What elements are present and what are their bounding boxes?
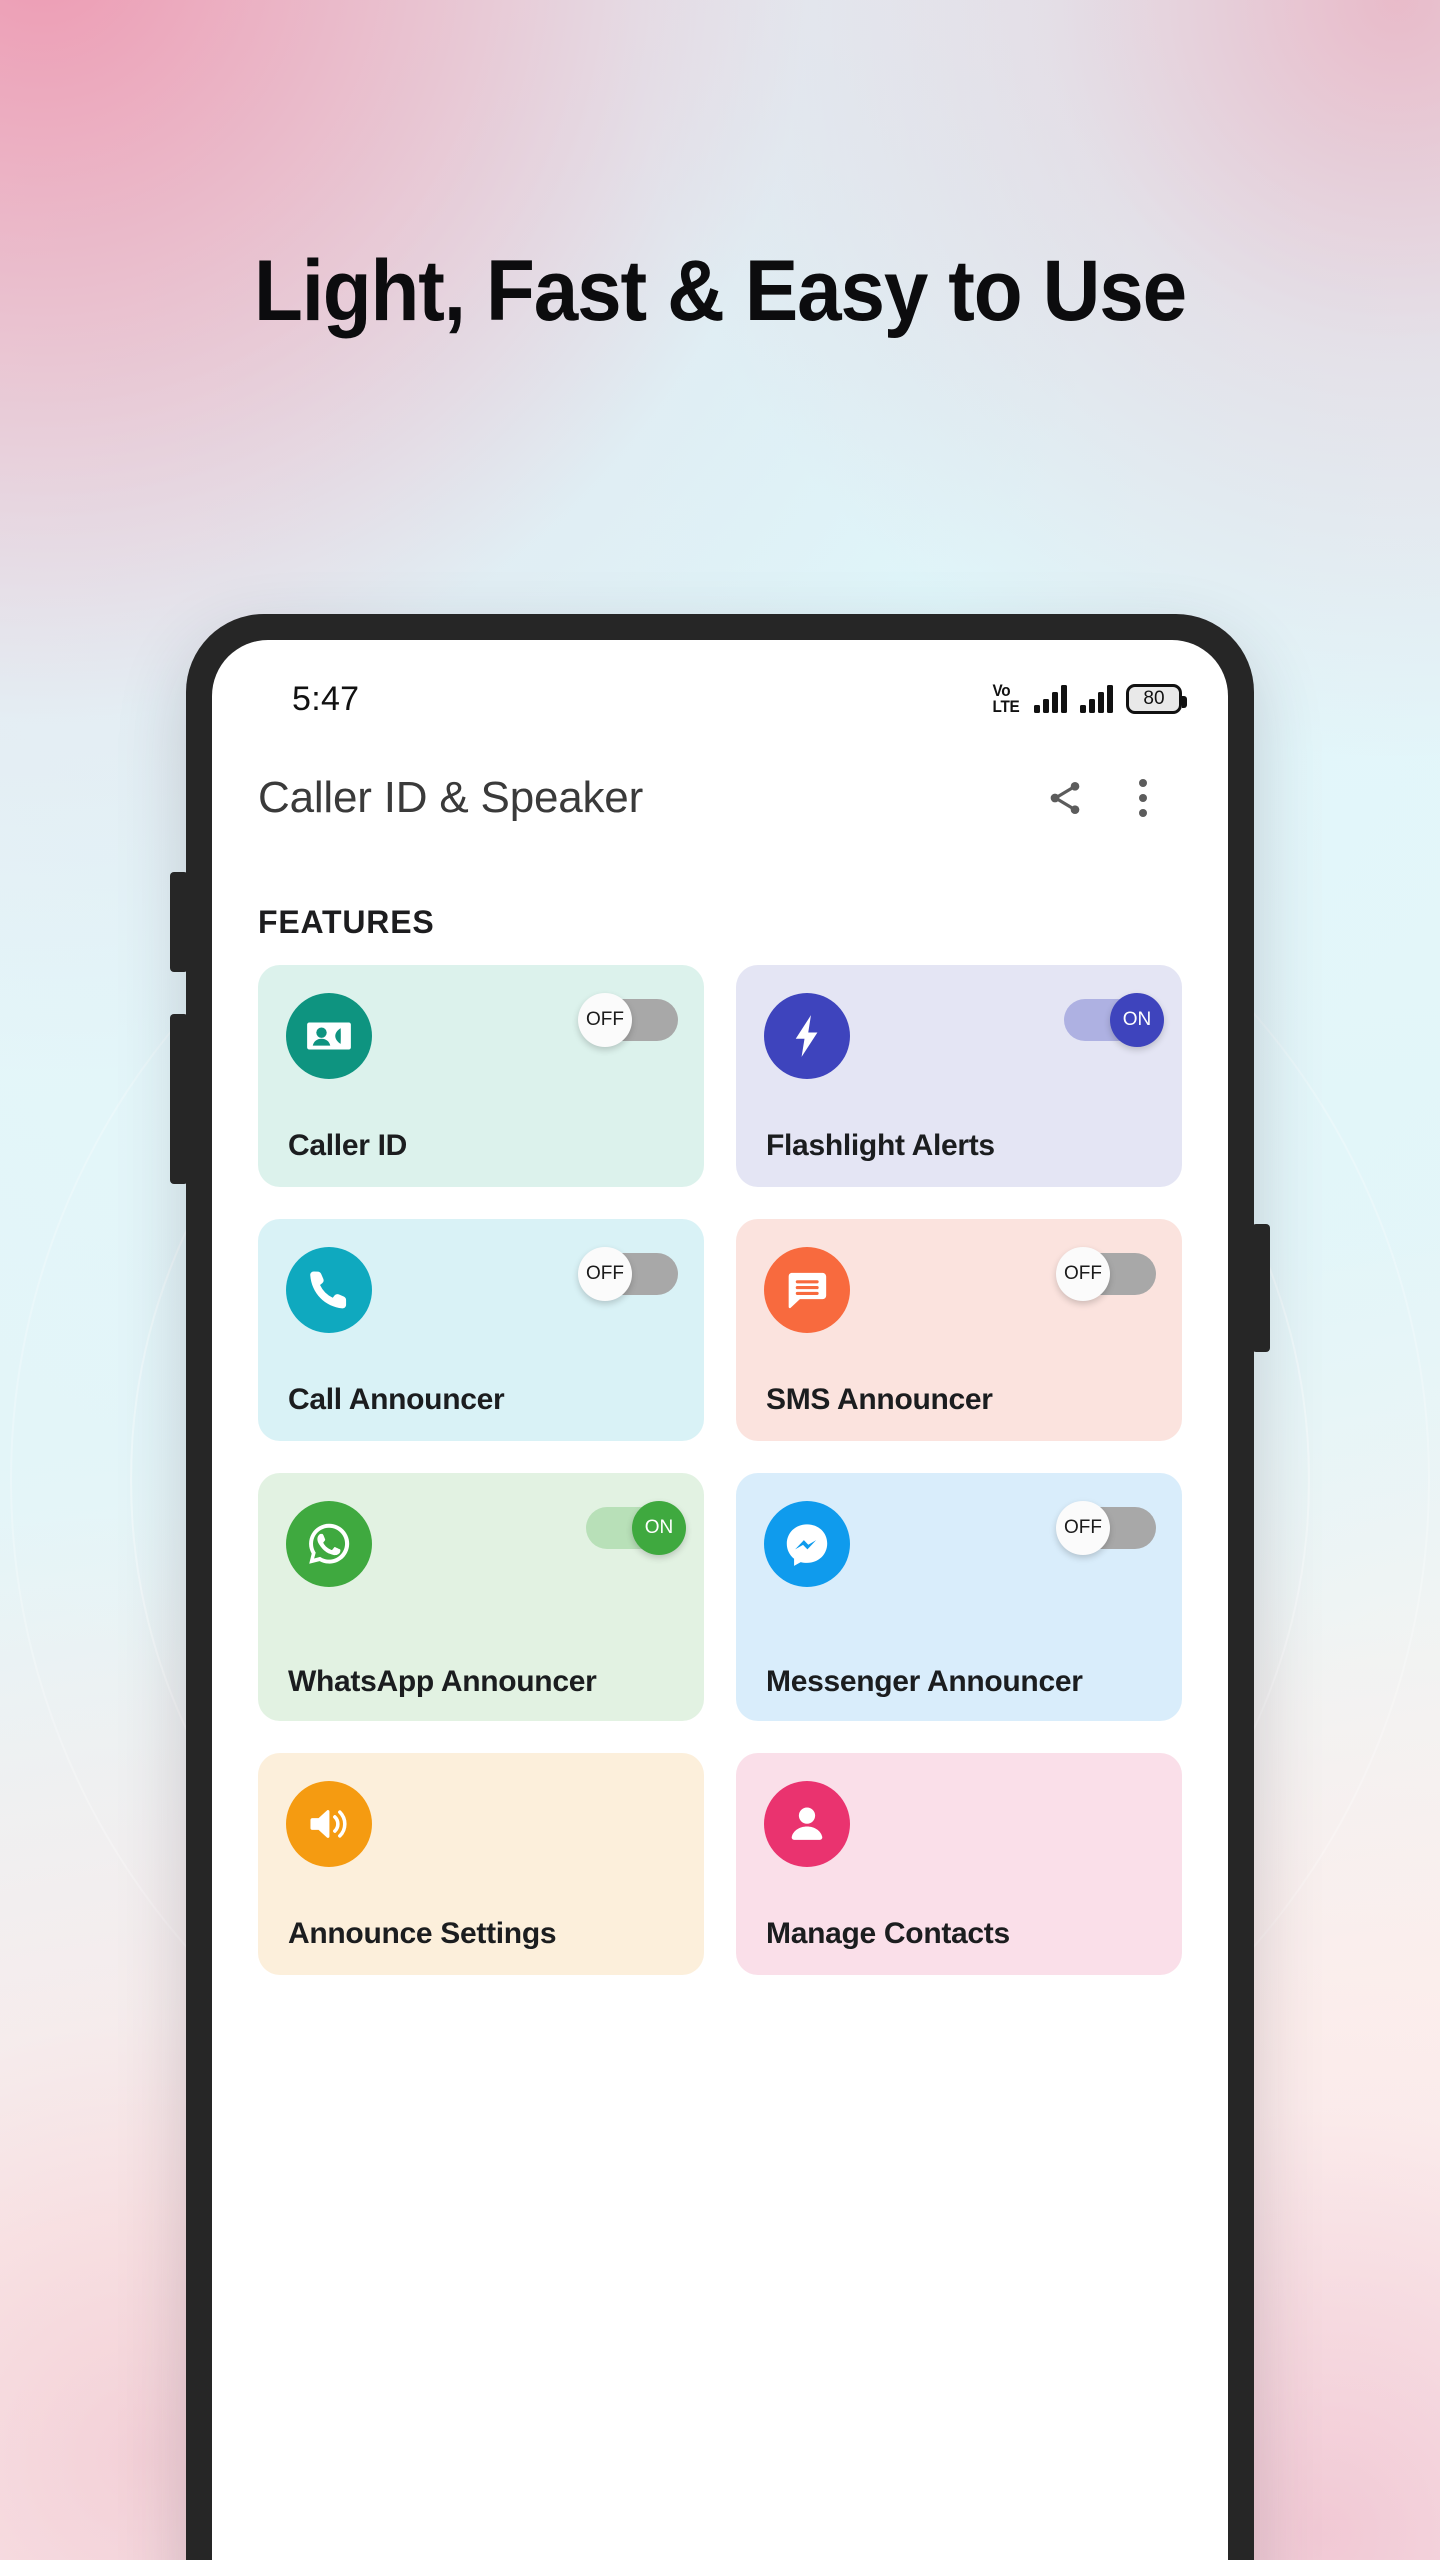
more-vertical-icon xyxy=(1139,779,1147,817)
feature-card-manage-contacts[interactable]: Manage Contacts xyxy=(736,1753,1182,1975)
toggle-thumb: OFF xyxy=(578,1247,632,1301)
messenger-icon xyxy=(764,1501,850,1587)
phone-screen: 5:47 Vo LTE 80 Caller ID & Speaker FEATU… xyxy=(212,640,1228,2560)
phone-mockup: 5:47 Vo LTE 80 Caller ID & Speaker FEATU… xyxy=(170,614,1270,2560)
feature-card-label: Messenger Announcer xyxy=(766,1665,1083,1699)
feature-card-label: Flashlight Alerts xyxy=(766,1129,995,1163)
battery-level-label: 80 xyxy=(1143,688,1165,709)
features-grid: OFF Caller ID ON Flashlight Alerts OFF Call A… xyxy=(212,941,1228,1975)
power-button[interactable] xyxy=(1252,1224,1270,1352)
message-icon xyxy=(764,1247,850,1333)
feature-card-label: Call Announcer xyxy=(288,1383,505,1417)
features-section-label: FEATURES xyxy=(258,904,435,940)
toggle-thumb: OFF xyxy=(578,993,632,1047)
feature-card-caller-id[interactable]: OFF Caller ID xyxy=(258,965,704,1187)
feature-card-sms-announcer[interactable]: OFF SMS Announcer xyxy=(736,1219,1182,1441)
volte-icon: Vo LTE xyxy=(992,683,1020,716)
volume-up-icon xyxy=(286,1781,372,1867)
share-button[interactable] xyxy=(1026,759,1104,837)
page-headline: Light, Fast & Easy to Use xyxy=(253,243,1187,339)
volte-bottom-label: LTE xyxy=(992,697,1020,716)
toggle-sms-announcer[interactable]: OFF xyxy=(1056,1247,1156,1301)
status-bar: 5:47 Vo LTE 80 xyxy=(212,640,1228,736)
app-title: Caller ID & Speaker xyxy=(258,773,644,822)
status-time: 5:47 xyxy=(292,679,360,718)
toggle-flashlight-alerts[interactable]: ON xyxy=(1064,993,1164,1047)
toggle-thumb: OFF xyxy=(1056,1501,1110,1555)
feature-card-flashlight-alerts[interactable]: ON Flashlight Alerts xyxy=(736,965,1182,1187)
signal-bars-sim1-icon xyxy=(1034,685,1067,713)
toggle-messenger-announcer[interactable]: OFF xyxy=(1056,1501,1156,1555)
feature-card-call-announcer[interactable]: OFF Call Announcer xyxy=(258,1219,704,1441)
toggle-thumb: ON xyxy=(1110,993,1164,1047)
toggle-thumb: OFF xyxy=(1056,1247,1110,1301)
feature-card-label: Announce Settings xyxy=(288,1917,557,1951)
promo-page: Light, Fast & Easy to Use 5:47 Vo LTE 80… xyxy=(0,0,1440,2560)
person-icon xyxy=(764,1781,850,1867)
feature-card-label: Caller ID xyxy=(288,1129,408,1163)
toggle-call-announcer[interactable]: OFF xyxy=(578,1247,678,1301)
phone-icon xyxy=(286,1247,372,1333)
contact-card-icon xyxy=(286,993,372,1079)
whatsapp-icon xyxy=(286,1501,372,1587)
feature-card-messenger-announcer[interactable]: OFF Messenger Announcer xyxy=(736,1473,1182,1721)
toggle-caller-id[interactable]: OFF xyxy=(578,993,678,1047)
signal-bars-sim2-icon xyxy=(1080,685,1113,713)
status-indicators: Vo LTE 80 xyxy=(991,683,1187,716)
app-bar: Caller ID & Speaker xyxy=(212,736,1228,860)
feature-card-label: Manage Contacts xyxy=(766,1917,1010,1951)
feature-card-label: WhatsApp Announcer xyxy=(288,1665,597,1699)
battery-icon: 80 xyxy=(1126,684,1187,714)
share-icon xyxy=(1050,782,1080,814)
feature-card-label: SMS Announcer xyxy=(766,1383,993,1417)
volume-up-button[interactable] xyxy=(170,872,188,972)
bolt-icon xyxy=(764,993,850,1079)
toggle-whatsapp-announcer[interactable]: ON xyxy=(586,1501,686,1555)
toggle-thumb: ON xyxy=(632,1501,686,1555)
feature-card-announce-settings[interactable]: Announce Settings xyxy=(258,1753,704,1975)
overflow-menu-button[interactable] xyxy=(1104,759,1182,837)
volume-down-button[interactable] xyxy=(170,1014,188,1184)
feature-card-whatsapp-announcer[interactable]: ON WhatsApp Announcer xyxy=(258,1473,704,1721)
